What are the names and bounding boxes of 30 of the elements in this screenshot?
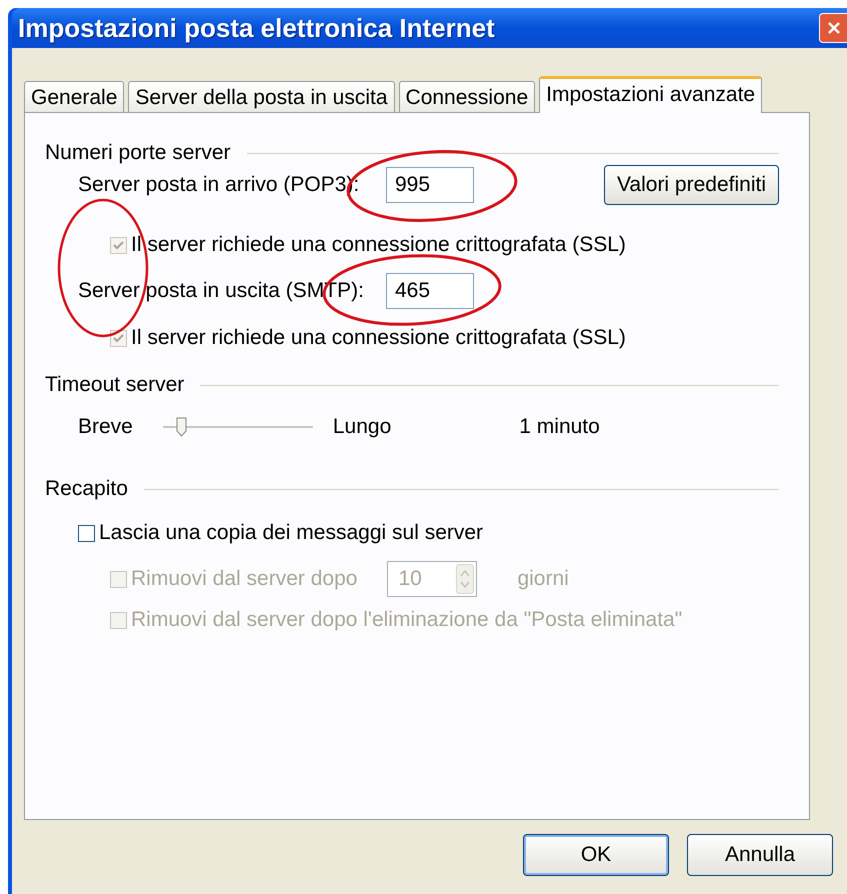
checkbox-label: Lascia una copia dei messaggi sul server <box>99 521 484 545</box>
port-field[interactable]: 995 <box>386 167 474 203</box>
close-icon <box>826 20 842 36</box>
checkbox[interactable] <box>78 524 95 542</box>
group-heading: Numeri porte server <box>45 141 231 165</box>
slider-label: Breve <box>78 415 133 439</box>
defaults-button[interactable]: Valori predefiniti <box>604 165 779 205</box>
checkbox-label: Rimuovi dal server dopo l'eliminazione da "Posta eliminata" <box>131 608 682 632</box>
checkbox-label: Rimuovi dal server dopo <box>131 567 358 591</box>
slider-label: Lungo <box>332 415 392 439</box>
dialog-button[interactable]: OK <box>523 834 669 876</box>
tab[interactable]: Impostazioni avanzate <box>539 76 762 113</box>
tab[interactable]: Connessione <box>398 81 536 112</box>
timeout-slider[interactable] <box>162 417 313 437</box>
dialog-button[interactable]: Annulla <box>687 834 833 876</box>
close-button[interactable] <box>819 13 847 43</box>
spin-arrows-icon <box>456 564 474 594</box>
checkbox-label: Il server richiede una connessione crittografata (SSL) <box>131 326 626 350</box>
unit-label: giorni <box>517 567 569 591</box>
timeout-reading: 1 minuto <box>519 415 600 439</box>
group-heading: Recapito <box>45 477 128 501</box>
slider-thumb[interactable] <box>176 417 187 437</box>
port-field[interactable]: 465 <box>386 273 474 309</box>
group-heading: Timeout server <box>45 373 184 397</box>
tab[interactable]: Server della posta in uscita <box>128 81 395 112</box>
checkmark-icon <box>113 332 124 344</box>
checkmark-icon <box>113 240 124 250</box>
tab[interactable]: Generale <box>24 81 124 112</box>
window-title: Impostazioni posta elettronica Internet <box>18 12 495 44</box>
checkbox-label: Il server richiede una connessione crittografata (SSL) <box>131 233 626 257</box>
